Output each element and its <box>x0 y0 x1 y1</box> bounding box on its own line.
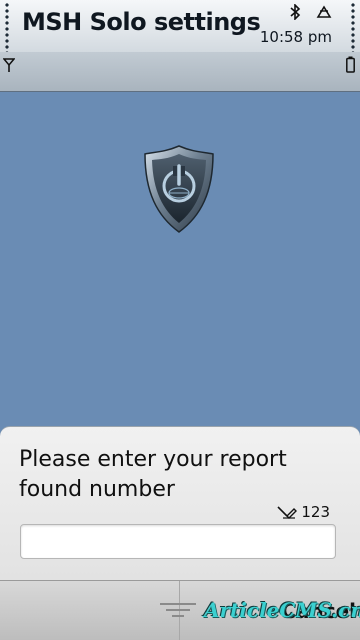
alert-icon <box>316 5 332 18</box>
signal-icon <box>3 58 15 72</box>
status-bar: MSH Solo settings 10:58 pm <box>0 0 360 92</box>
battery-icon <box>346 56 355 73</box>
main-area <box>0 92 360 426</box>
cancel-button[interactable]: Cancel <box>281 599 356 623</box>
menu-icon[interactable] <box>158 591 198 621</box>
shield-power-icon <box>144 145 214 233</box>
input-mode-label: 123 <box>301 503 330 521</box>
report-number-input[interactable] <box>20 524 336 559</box>
left-dots-decoration <box>4 2 10 52</box>
right-dots-decoration <box>350 2 356 52</box>
input-mode-indicator: 123 <box>277 503 330 521</box>
app-title: MSH Solo settings <box>22 8 261 36</box>
dialog-prompt: Please enter your report found number <box>19 447 287 502</box>
softkey-bar: Cancel <box>0 580 360 640</box>
clock: 10:58 pm <box>259 28 332 46</box>
bluetooth-icon <box>290 4 301 20</box>
input-dialog: Please enter your report found number 12… <box>0 426 360 580</box>
pen-icon <box>277 506 298 519</box>
options-softkey[interactable] <box>0 581 179 640</box>
